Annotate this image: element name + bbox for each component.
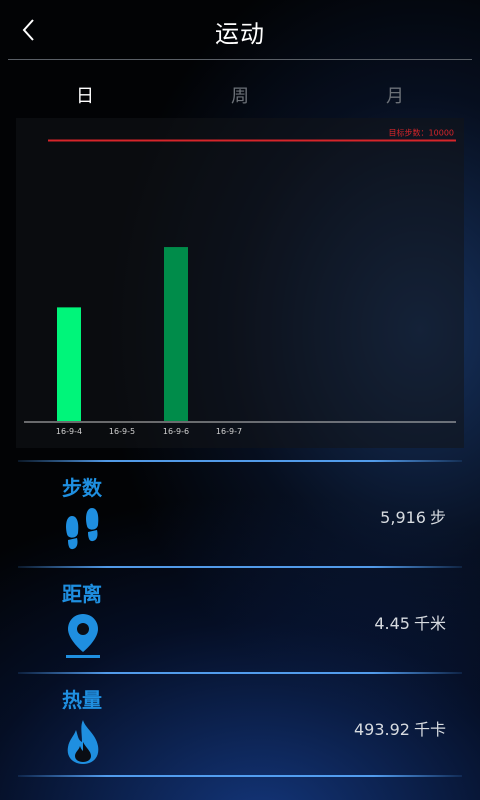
calories-label: 热量 bbox=[62, 688, 102, 712]
divider-steps bbox=[18, 566, 462, 568]
bar-16-9-6 bbox=[164, 247, 188, 421]
divider-top bbox=[18, 460, 462, 462]
distance-label: 距离 bbox=[62, 582, 102, 606]
flame-icon bbox=[62, 718, 104, 764]
calories-number: 493.92 bbox=[354, 720, 410, 739]
chart-canvas: 目标步数：10000 16-9-4 16-9-5 16-9-6 16-9-7 bbox=[24, 127, 456, 436]
calories-unit: 千卡 bbox=[413, 720, 446, 739]
x-tick-label: 16-9-4 bbox=[56, 427, 82, 436]
steps-bar-chart: 目标步数：10000 16-9-4 16-9-5 16-9-6 16-9-7 bbox=[16, 118, 464, 448]
divider-bottom bbox=[18, 775, 462, 777]
header-divider bbox=[8, 59, 472, 60]
bar-16-9-4 bbox=[57, 307, 81, 421]
steps-value: 5,916 步 bbox=[376, 504, 446, 528]
period-tabs: 日 周 月 bbox=[0, 82, 480, 110]
header-bar: 运动 bbox=[0, 0, 480, 60]
calories-value: 493.92 千卡 bbox=[350, 716, 446, 740]
x-tick-label: 16-9-6 bbox=[163, 427, 189, 436]
tab-day[interactable]: 日 bbox=[55, 82, 115, 108]
page-title: 运动 bbox=[215, 20, 265, 48]
divider-distance bbox=[18, 672, 462, 674]
tab-week[interactable]: 周 bbox=[210, 82, 270, 108]
steps-label: 步数 bbox=[62, 476, 102, 500]
x-tick-label: 16-9-7 bbox=[216, 427, 242, 436]
steps-number: 5,916 bbox=[380, 508, 426, 527]
distance-unit: 千米 bbox=[413, 614, 446, 633]
distance-value: 4.45 千米 bbox=[370, 610, 446, 634]
tab-month[interactable]: 月 bbox=[365, 82, 425, 108]
x-tick-label: 16-9-5 bbox=[109, 427, 135, 436]
footprints-icon bbox=[62, 506, 104, 552]
goal-label: 目标步数：10000 bbox=[389, 127, 454, 137]
distance-number: 4.45 bbox=[374, 614, 410, 633]
location-pin-icon bbox=[62, 612, 104, 658]
steps-unit: 步 bbox=[429, 508, 446, 527]
